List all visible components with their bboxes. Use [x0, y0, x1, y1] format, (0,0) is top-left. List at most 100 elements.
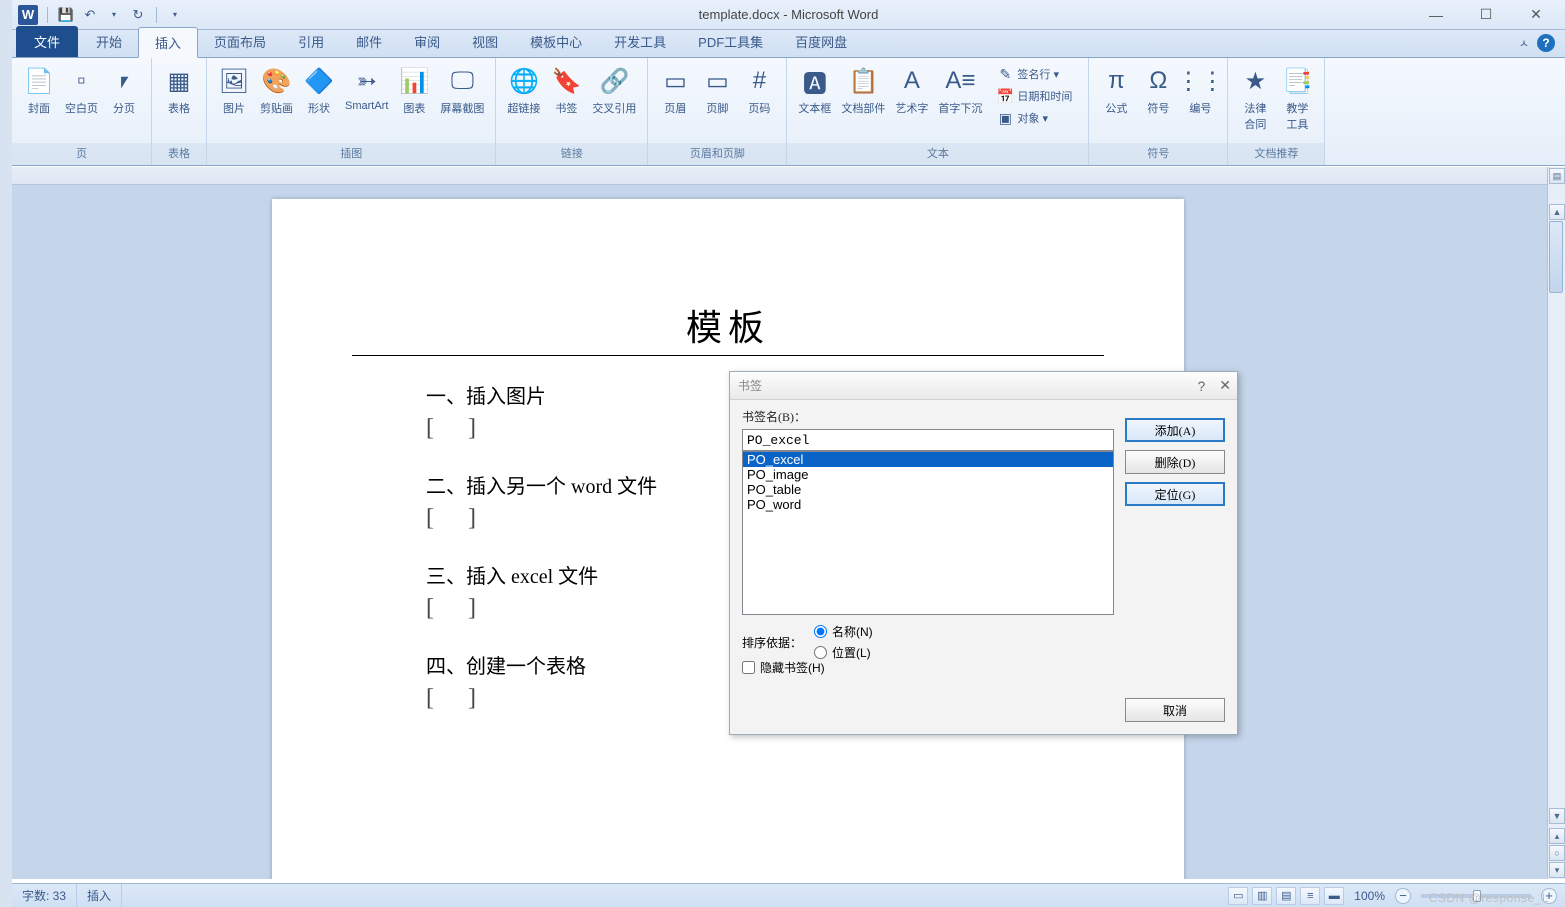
smartart-button[interactable]: ➳SmartArt — [340, 62, 393, 115]
tab-开发工具[interactable]: 开发工具 — [598, 27, 682, 57]
zoom-out-button[interactable]: − — [1395, 888, 1411, 904]
maximize-button[interactable]: ☐ — [1461, 2, 1511, 28]
chart-button[interactable]: 📊图表 — [393, 62, 435, 119]
help-icon[interactable]: ? — [1537, 34, 1555, 52]
scroll-up-icon[interactable]: ▲ — [1549, 204, 1565, 220]
qat-customize-icon[interactable]: ▾ — [166, 6, 184, 24]
object-label: 对象 ▾ — [1017, 110, 1048, 126]
number-label: 编号 — [1189, 100, 1211, 116]
datetime-button[interactable]: 📅日期和时间 — [991, 86, 1078, 106]
ribbon-group-页眉和页脚: ▭页眉▭页脚#页码页眉和页脚 — [648, 58, 787, 165]
tab-插入[interactable]: 插入 — [138, 27, 198, 58]
vertical-scrollbar[interactable]: ▤ ▲ ▼ ▴ ○ ▾ — [1547, 167, 1565, 879]
textbox-button[interactable]: 🅰文本框 — [793, 62, 836, 119]
bookmark-list-item[interactable]: PO_table — [743, 482, 1113, 497]
tab-file[interactable]: 文件 — [16, 26, 78, 57]
next-page-icon[interactable]: ▾ — [1549, 862, 1565, 878]
undo-dropdown-icon[interactable]: ▾ — [105, 6, 123, 24]
undo-icon[interactable]: ↶ — [81, 6, 99, 24]
zoom-level[interactable]: 100% — [1354, 889, 1385, 903]
screenshot-button[interactable]: 🖵屏幕截图 — [435, 62, 489, 119]
bookmark-name-input[interactable] — [742, 429, 1114, 451]
bookmark-button[interactable]: 🔖书签 — [545, 62, 587, 119]
teach-tool-button[interactable]: 📑教学 工具 — [1276, 62, 1318, 135]
ribbon-group-label: 页 — [12, 143, 151, 165]
bookmark-list-item[interactable]: PO_excel — [743, 452, 1113, 467]
clipart-button[interactable]: 🎨剪贴画 — [255, 62, 298, 119]
symbol-button[interactable]: Ω符号 — [1137, 62, 1179, 119]
sort-radio-0[interactable] — [814, 625, 827, 638]
hyperlink-button[interactable]: 🌐超链接 — [502, 62, 545, 119]
add-button[interactable]: 添加(A) — [1125, 418, 1225, 442]
close-button[interactable]: ✕ — [1511, 2, 1561, 28]
hyperlink-label: 超链接 — [507, 100, 540, 116]
number-button[interactable]: ⋮⋮编号 — [1179, 62, 1221, 119]
page-break-button[interactable]: ⎖分页 — [103, 62, 145, 119]
tab-视图[interactable]: 视图 — [456, 27, 514, 57]
wordart-button[interactable]: A艺术字 — [890, 62, 933, 119]
table-button[interactable]: ▦表格 — [158, 62, 200, 119]
pagenum-button[interactable]: #页码 — [738, 62, 780, 119]
tab-开始[interactable]: 开始 — [80, 27, 138, 57]
view-draft-icon[interactable]: ▬ — [1324, 887, 1344, 905]
browse-object-icon[interactable]: ○ — [1549, 845, 1565, 861]
sort-radio-1[interactable] — [814, 646, 827, 659]
view-outline-icon[interactable]: ≡ — [1300, 887, 1320, 905]
law-contract-button[interactable]: ★法律 合同 — [1234, 62, 1276, 135]
zoom-slider[interactable] — [1421, 894, 1531, 898]
dropcap-button[interactable]: A≡首字下沉 — [933, 62, 987, 119]
bookmark-list-item[interactable]: PO_word — [743, 497, 1113, 512]
insert-mode-cell[interactable]: 插入 — [77, 884, 122, 907]
hide-bookmarks-checkbox[interactable] — [742, 661, 755, 674]
tab-PDF工具集[interactable]: PDF工具集 — [682, 27, 779, 57]
zoom-slider-thumb[interactable] — [1473, 890, 1481, 902]
crossref-button[interactable]: 🔗交叉引用 — [587, 62, 641, 119]
scroll-thumb[interactable] — [1549, 221, 1563, 293]
header-button[interactable]: ▭页眉 — [654, 62, 696, 119]
ruler[interactable] — [12, 167, 1547, 185]
shapes-button[interactable]: 🔷形状 — [298, 62, 340, 119]
sort-option-0[interactable]: 名称(N) — [814, 623, 873, 640]
equation-button[interactable]: π公式 — [1095, 62, 1137, 119]
view-print-layout-icon[interactable]: ▭ — [1228, 887, 1248, 905]
table-label: 表格 — [168, 100, 190, 116]
chart-label: 图表 — [403, 100, 425, 116]
prev-page-icon[interactable]: ▴ — [1549, 828, 1565, 844]
ruler-toggle-icon[interactable]: ▤ — [1549, 168, 1565, 184]
tab-百度网盘[interactable]: 百度网盘 — [779, 27, 863, 57]
bookmark-dialog: 书签 ? ✕ 书签名(B)： PO_excelPO_imagePO_tableP… — [729, 371, 1238, 735]
picture-icon: 🖼 — [218, 65, 250, 97]
dialog-close-icon[interactable]: ✕ — [1219, 377, 1231, 394]
tab-引用[interactable]: 引用 — [282, 27, 340, 57]
delete-button[interactable]: 删除(D) — [1125, 450, 1225, 474]
goto-button[interactable]: 定位(G) — [1125, 482, 1225, 506]
bookmark-list-item[interactable]: PO_image — [743, 467, 1113, 482]
dialog-help-icon[interactable]: ? — [1197, 378, 1205, 394]
scroll-down-icon[interactable]: ▼ — [1549, 808, 1565, 824]
dropcap-label: 首字下沉 — [938, 100, 982, 116]
minimize-button[interactable]: — — [1411, 2, 1461, 28]
picture-button[interactable]: 🖼图片 — [213, 62, 255, 119]
sigline-button[interactable]: ✎签名行 ▾ — [991, 64, 1078, 84]
titlebar: W 💾 ↶ ▾ ↻ ▾ template.docx - Microsoft Wo… — [12, 0, 1565, 30]
tab-页面布局[interactable]: 页面布局 — [198, 27, 282, 57]
wordcount-cell[interactable]: 字数: 33 — [12, 884, 77, 907]
redo-icon[interactable]: ↻ — [129, 6, 147, 24]
cancel-button[interactable]: 取消 — [1125, 698, 1225, 722]
view-web-icon[interactable]: ▤ — [1276, 887, 1296, 905]
save-icon[interactable]: 💾 — [57, 6, 75, 24]
tab-审阅[interactable]: 审阅 — [398, 27, 456, 57]
dialog-titlebar[interactable]: 书签 ? ✕ — [730, 372, 1237, 400]
bookmark-list[interactable]: PO_excelPO_imagePO_tablePO_word — [742, 451, 1114, 615]
object-button[interactable]: ▣对象 ▾ — [991, 108, 1078, 128]
tab-模板中心[interactable]: 模板中心 — [514, 27, 598, 57]
ribbon-minimize-icon[interactable]: ㅅ — [1519, 35, 1529, 51]
footer-button[interactable]: ▭页脚 — [696, 62, 738, 119]
blank-page-button[interactable]: ▫空白页 — [60, 62, 103, 119]
pagenum-label: 页码 — [748, 100, 770, 116]
quickparts-button[interactable]: 📋文档部件 — [836, 62, 890, 119]
zoom-in-button[interactable]: + — [1541, 888, 1557, 904]
tab-邮件[interactable]: 邮件 — [340, 27, 398, 57]
view-fullscreen-icon[interactable]: ▥ — [1252, 887, 1272, 905]
cover-page-button[interactable]: 📄封面 — [18, 62, 60, 119]
